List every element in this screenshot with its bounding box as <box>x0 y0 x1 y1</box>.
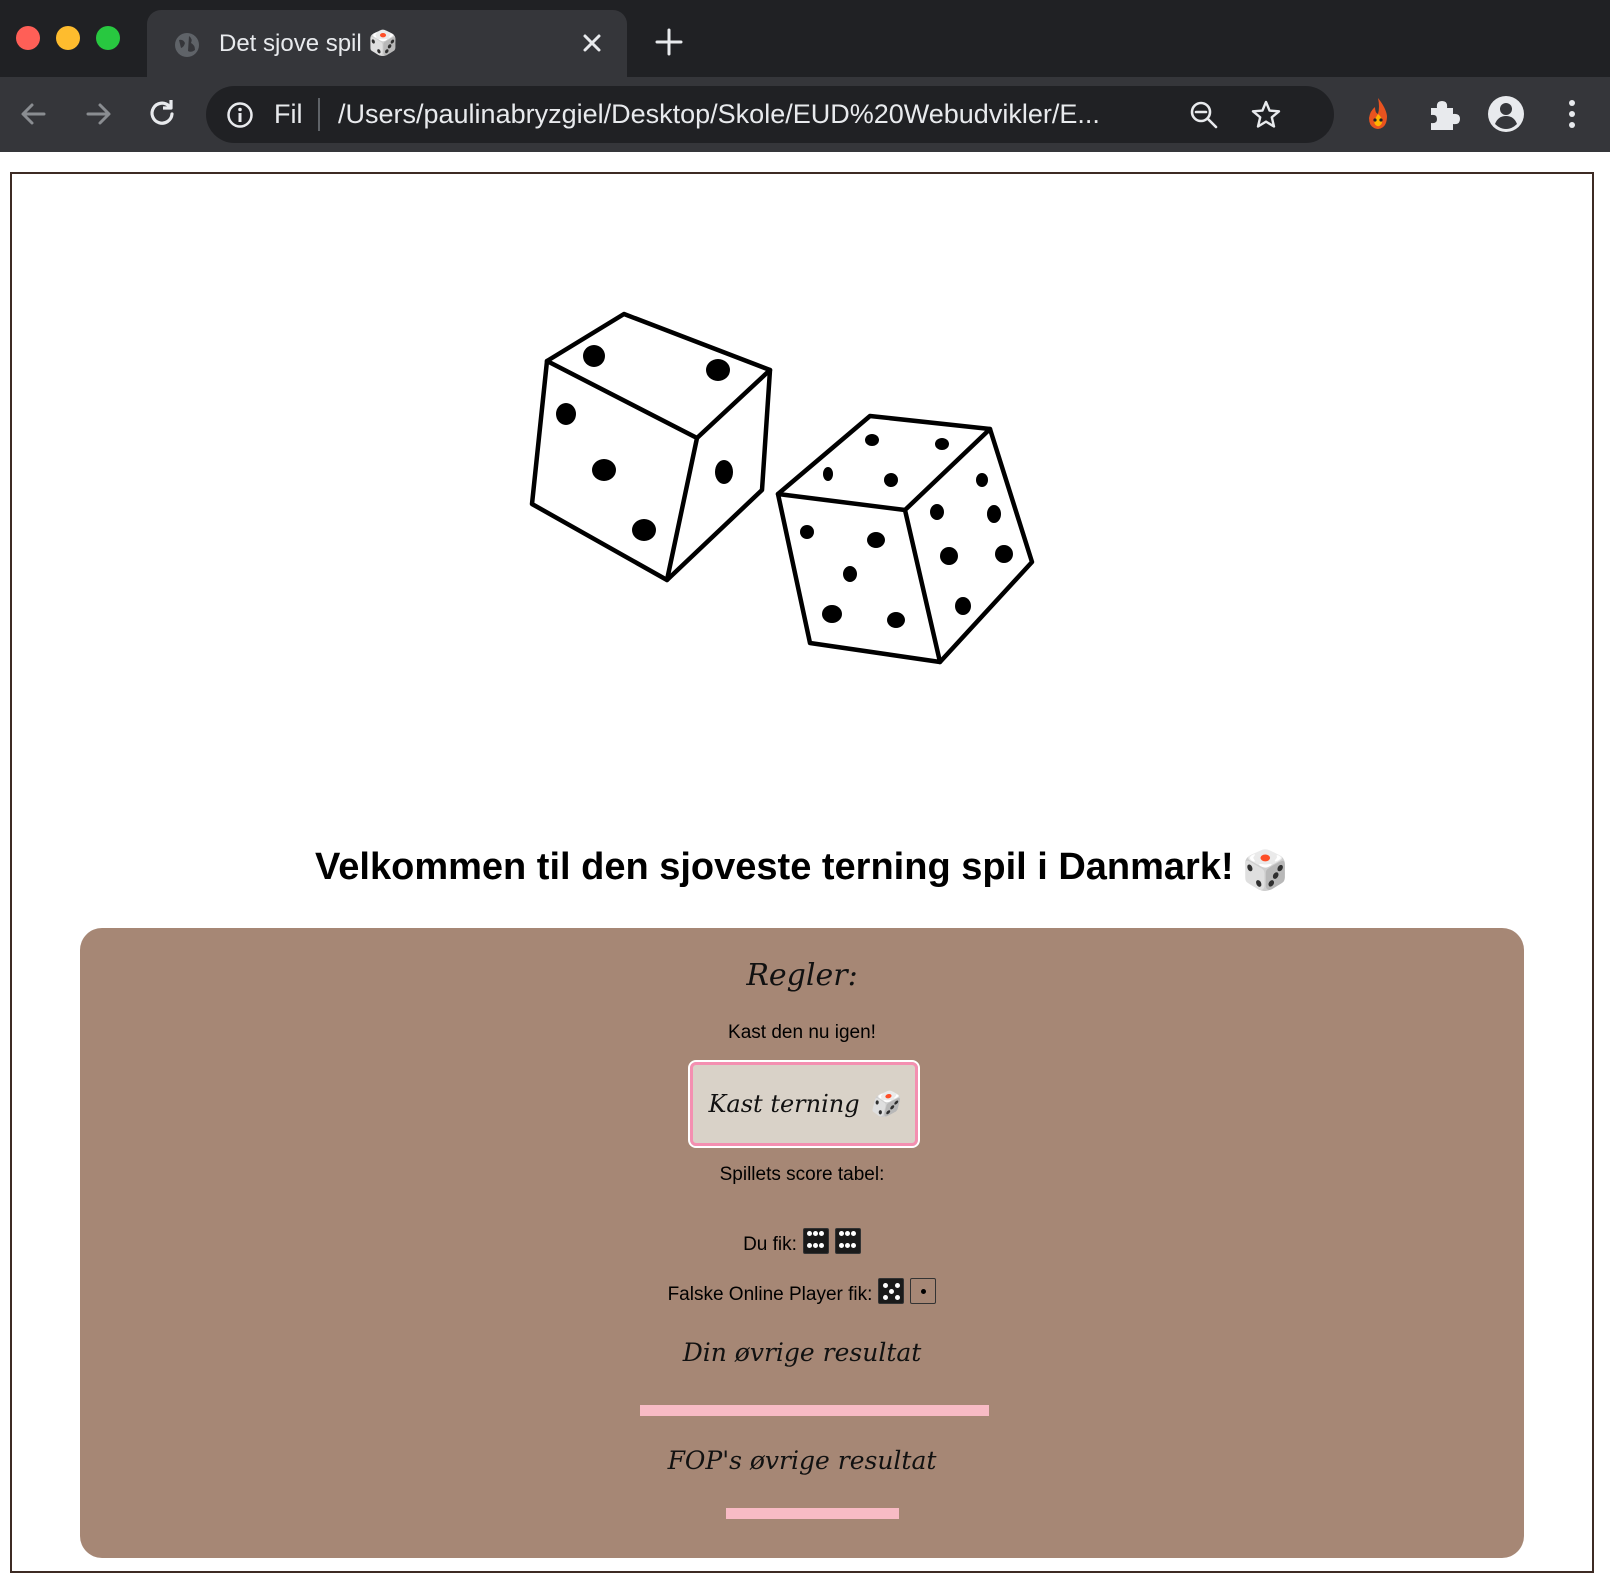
roll-dice-button[interactable]: Kast terning 🎲 <box>688 1060 920 1148</box>
dice-illustration <box>529 311 1035 665</box>
browser-tabbar: Det sjove spil 🎲 <box>0 0 1610 77</box>
page-frame: Velkommen til den sjoveste terning spil … <box>10 172 1594 1573</box>
rules-text: Kast den nu igen! <box>728 1022 876 1043</box>
die-pip <box>888 1288 894 1294</box>
tab-title: Det sjove spil 🎲 <box>219 30 399 57</box>
roll-button-label: Kast terning <box>708 1090 860 1118</box>
page-title: Velkommen til den sjoveste terning spil … <box>12 846 1592 893</box>
die-pip <box>894 1294 900 1300</box>
die-pip <box>819 1231 825 1237</box>
browser-toolbar: Fil /Users/paulinabryzgiel/Desktop/Skole… <box>0 77 1610 152</box>
die-pip <box>920 1288 926 1294</box>
die-pip <box>813 1231 819 1237</box>
maximize-window-button[interactable] <box>96 26 120 50</box>
die-pip <box>882 1294 888 1300</box>
reload-icon[interactable] <box>144 96 180 132</box>
close-tab-icon[interactable] <box>577 28 607 58</box>
player-die-2 <box>834 1228 861 1254</box>
die-icon: 🎲 <box>869 1090 900 1118</box>
puzzle-icon[interactable] <box>1422 94 1462 134</box>
die-pip <box>882 1282 888 1288</box>
player-result-row: Du fik: <box>80 1228 1524 1256</box>
player-result-label: Du fik: <box>743 1234 797 1255</box>
fop-die-1 <box>878 1278 905 1304</box>
url-text[interactable]: /Users/paulinabryzgiel/Desktop/Skole/EUD… <box>338 99 1178 130</box>
fop-total-heading: FOP's øvrige resultat <box>667 1446 937 1475</box>
fop-die-2 <box>910 1278 937 1304</box>
fop-result-row: Falske Online Player fik: <box>80 1278 1524 1306</box>
game-panel: Regler: Kast den nu igen! Kast terning 🎲… <box>80 928 1524 1558</box>
die-emoji-icon: 🎲 <box>1241 850 1289 892</box>
close-window-button[interactable] <box>16 26 40 50</box>
player-result-bar <box>640 1405 989 1416</box>
globe-icon <box>175 33 199 57</box>
die-pip <box>819 1243 825 1249</box>
back-icon[interactable] <box>16 96 52 132</box>
address-separator <box>318 98 320 131</box>
minimize-window-button[interactable] <box>56 26 80 50</box>
menu-icon[interactable] <box>1552 94 1592 134</box>
fop-result-label: Falske Online Player fik: <box>667 1284 873 1305</box>
die-pip <box>839 1231 845 1237</box>
die-pip <box>839 1243 845 1249</box>
die-pip <box>894 1282 900 1288</box>
die-pip <box>851 1231 857 1237</box>
die-pip <box>851 1243 857 1249</box>
address-bar[interactable]: Fil /Users/paulinabryzgiel/Desktop/Skole… <box>206 86 1334 143</box>
welcome-text: Velkommen til den sjoveste terning spil … <box>315 846 1234 888</box>
scheme-label: Fil <box>274 99 303 129</box>
player-total-heading: Din øvrige resultat <box>682 1338 922 1367</box>
rules-heading: Regler: <box>746 958 858 993</box>
profile-icon[interactable] <box>1486 94 1526 134</box>
die-pip <box>845 1231 851 1237</box>
die-pip <box>807 1243 813 1249</box>
score-table-label: Spillets score tabel: <box>719 1164 885 1185</box>
info-icon[interactable] <box>226 101 254 129</box>
fop-result-bar <box>726 1508 899 1519</box>
extension-fire-icon[interactable] <box>1358 94 1398 134</box>
star-icon[interactable] <box>1250 99 1282 131</box>
new-tab-icon[interactable] <box>654 27 684 57</box>
die-pip <box>845 1243 851 1249</box>
browser-tab[interactable]: Det sjove spil 🎲 <box>147 10 627 77</box>
die-pip <box>807 1231 813 1237</box>
zoom-icon[interactable] <box>1188 99 1220 131</box>
die-pip <box>813 1243 819 1249</box>
player-die-1 <box>802 1228 829 1254</box>
forward-icon[interactable] <box>80 96 116 132</box>
